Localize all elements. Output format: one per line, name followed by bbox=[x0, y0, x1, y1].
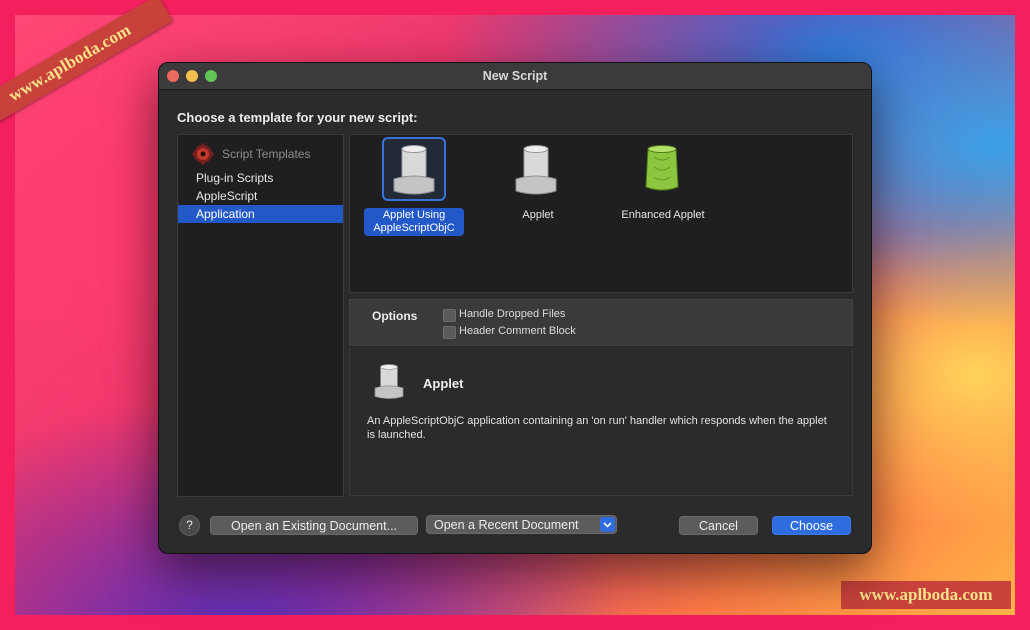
green-scroll-icon bbox=[632, 139, 696, 203]
options-panel: Options Handle Dropped Files Header Comm… bbox=[349, 299, 853, 346]
chevron-down-icon[interactable] bbox=[600, 517, 615, 532]
template-label-line2: AppleScriptObjC bbox=[373, 222, 455, 234]
open-recent-document-popup[interactable]: Open a Recent Document bbox=[426, 515, 617, 534]
template-prompt: Choose a template for your new script: bbox=[177, 110, 418, 125]
template-label: Applet Using AppleScriptObjC bbox=[364, 208, 464, 236]
window-title: New Script bbox=[482, 69, 548, 83]
template-enhanced-applet[interactable]: Enhanced Applet bbox=[608, 135, 718, 245]
script-templates-icon bbox=[192, 143, 214, 165]
open-existing-document-button[interactable]: Open an Existing Document... bbox=[210, 516, 418, 535]
help-button[interactable]: ? bbox=[179, 515, 200, 536]
options-title: Options bbox=[372, 309, 418, 323]
template-label: Enhanced Applet bbox=[621, 209, 705, 221]
sidebar-item-application[interactable]: Application bbox=[178, 205, 343, 223]
template-grid: Applet Using AppleScriptObjC Applet Enha… bbox=[349, 134, 853, 293]
sidebar-item-applescript[interactable]: AppleScript bbox=[178, 187, 343, 205]
template-applet-objc[interactable]: Applet Using AppleScriptObjC bbox=[364, 135, 464, 245]
sidebar-header-label: Script Templates bbox=[222, 147, 311, 161]
title-bar: New Script bbox=[159, 63, 871, 90]
choose-button[interactable]: Choose bbox=[772, 516, 851, 535]
checkbox-box[interactable] bbox=[443, 309, 456, 322]
checkbox-label: Handle Dropped Files bbox=[459, 308, 566, 320]
description-title: Applet bbox=[423, 376, 464, 391]
template-description: Applet An AppleScriptObjC application co… bbox=[349, 348, 853, 496]
template-label-line1: Applet Using bbox=[382, 209, 446, 221]
cancel-button[interactable]: Cancel bbox=[679, 516, 758, 535]
new-script-dialog: New Script Choose a template for your ne… bbox=[158, 62, 872, 554]
template-category-list: Script Templates Plug-in Scripts AppleSc… bbox=[177, 134, 344, 497]
template-label: Applet bbox=[522, 209, 554, 221]
watermark-label: www.aplboda.com bbox=[841, 581, 1011, 609]
description-text: An AppleScriptObjC application containin… bbox=[367, 415, 827, 441]
applet-scroll-icon bbox=[374, 364, 404, 399]
checkbox-box[interactable] bbox=[443, 326, 456, 339]
checkbox-label: Header Comment Block bbox=[459, 325, 576, 337]
applet-scroll-icon bbox=[506, 139, 570, 203]
sidebar-item-plug-in-scripts[interactable]: Plug-in Scripts bbox=[178, 169, 343, 187]
popup-label: Open a Recent Document bbox=[434, 518, 579, 532]
template-applet[interactable]: Applet bbox=[488, 135, 588, 245]
applet-scroll-icon bbox=[382, 137, 446, 201]
